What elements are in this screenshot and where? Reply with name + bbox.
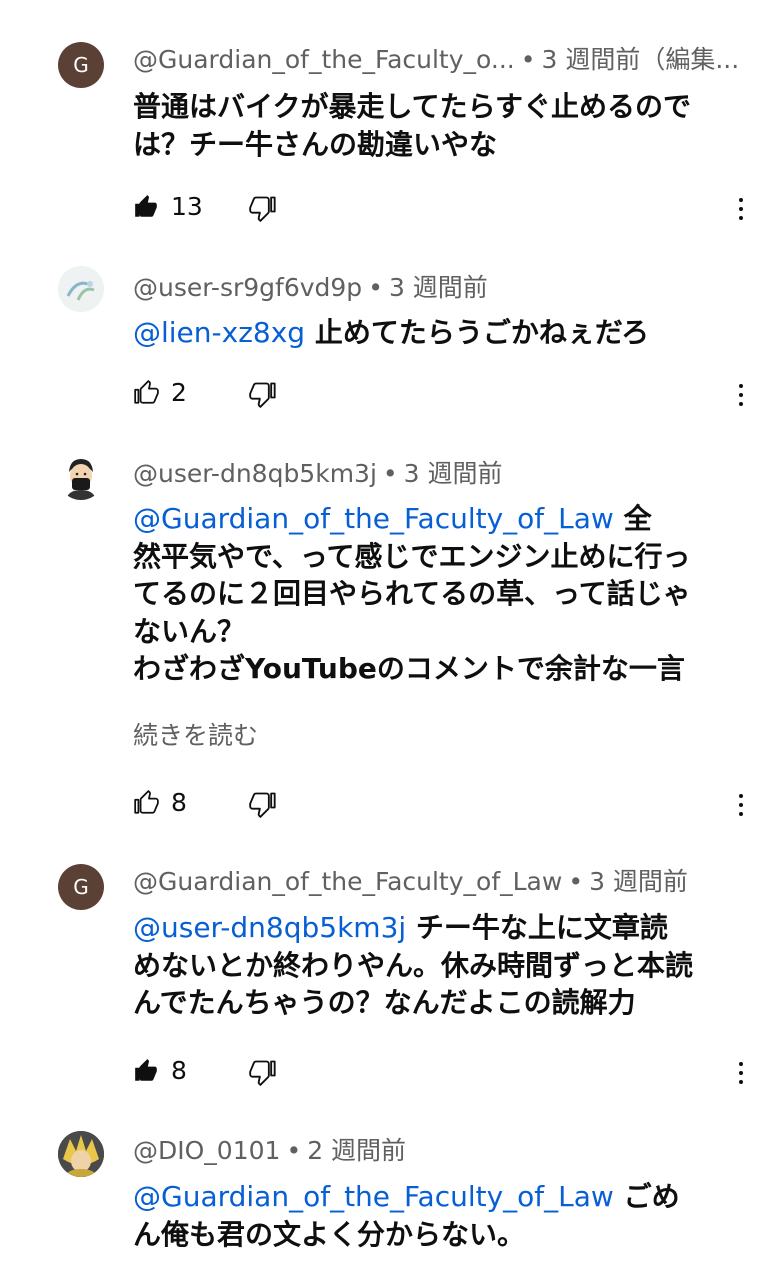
comment-meta: @DIO_0101 • 2 週間前 xyxy=(133,1133,775,1169)
comment-line: @Guardian_of_the_Faculty_of_Law 全 xyxy=(133,500,773,538)
avatar-letter: G xyxy=(73,53,89,77)
thumbs-down-icon[interactable] xyxy=(249,194,277,222)
avatar[interactable] xyxy=(58,1131,104,1177)
comment-actions: 13 xyxy=(133,192,783,232)
comment-line: 止めてたらうごかねぇだろ xyxy=(314,316,650,349)
avatar-image xyxy=(58,1131,104,1177)
meta-separator: • xyxy=(568,867,584,896)
like-button[interactable]: 13 xyxy=(133,192,203,221)
comment-actions: 8 xyxy=(133,1056,783,1096)
thumbs-down-icon[interactable] xyxy=(249,790,277,818)
comment-actions: 8 xyxy=(133,788,783,828)
mention-link[interactable]: @Guardian_of_the_Faculty_of_Law xyxy=(133,502,614,535)
avatar-letter: G xyxy=(73,875,89,899)
comment-line-tail: 全 xyxy=(613,502,652,535)
meta-separator: • xyxy=(286,1136,302,1165)
thumbs-up-icon xyxy=(134,789,159,814)
more-options-icon[interactable] xyxy=(731,1056,751,1090)
mention-link[interactable]: @user-dn8qb5km3j xyxy=(133,911,406,944)
comment-time[interactable]: 2 週間前 xyxy=(307,1136,406,1165)
comment-time[interactable]: 3 週間前（編集... xyxy=(541,45,739,74)
comment-actions: 2 xyxy=(133,378,783,418)
author-name[interactable]: @Guardian_of_the_Faculty_o... xyxy=(133,45,515,74)
comment-line: 普通はバイクが暴走してたらすぐ止めるので xyxy=(133,90,692,123)
avatar[interactable] xyxy=(58,266,104,312)
like-count: 2 xyxy=(171,378,187,407)
comment-meta: @user-dn8qb5km3j • 3 週間前 xyxy=(133,456,775,492)
like-button[interactable]: 8 xyxy=(133,1056,187,1085)
read-more-link[interactable]: 続きを読む xyxy=(133,716,258,752)
comment-time[interactable]: 3 週間前 xyxy=(589,867,688,896)
more-options-icon[interactable] xyxy=(731,378,751,412)
comment-text: 普通はバイクが暴走してたらすぐ止めるので は？チー牛さんの勘違いやな xyxy=(133,88,773,163)
comment-time[interactable]: 3 週間前 xyxy=(404,459,503,488)
comment-line: 然平気やで、って感じでエンジン止めに行っ xyxy=(133,539,691,573)
avatar[interactable]: G xyxy=(58,42,104,88)
mention-link[interactable]: @Guardian_of_the_Faculty_of_Law xyxy=(133,1180,614,1213)
avatar-image xyxy=(58,454,104,500)
comment-line: ん俺も君の文よく分からない。 xyxy=(133,1217,526,1251)
like-button[interactable]: 2 xyxy=(133,378,187,407)
like-count: 8 xyxy=(171,1056,187,1085)
comment-line: @Guardian_of_the_Faculty_of_Law ごめ xyxy=(133,1178,773,1216)
comment-time[interactable]: 3 週間前 xyxy=(389,273,488,302)
comment-text: @Guardian_of_the_Faculty_of_Law ごめ ん俺も君の… xyxy=(133,1178,773,1253)
comment-line: ないん？ xyxy=(133,614,246,648)
comment-meta: @Guardian_of_the_Faculty_of_Law • 3 週間前 xyxy=(133,864,775,900)
like-count: 8 xyxy=(171,788,187,817)
comment-line: は？チー牛さんの勘違いやな xyxy=(133,127,498,161)
comment-line: んでたんちゃうの？なんだよこの読解力 xyxy=(133,986,636,1019)
mention-link[interactable]: @lien-xz8xg xyxy=(133,316,305,349)
thumbs-up-icon xyxy=(134,379,159,404)
author-name[interactable]: @Guardian_of_the_Faculty_of_Law xyxy=(133,867,562,896)
comment-meta: @user-sr9gf6vd9p • 3 週間前 xyxy=(133,270,775,306)
comment-text: @Guardian_of_the_Faculty_of_Law 全 然平気やで、… xyxy=(133,500,773,688)
thumbs-down-icon[interactable] xyxy=(249,380,277,408)
comment-text: @user-dn8qb5km3j チー牛な上に文章読 めないとか終わりやん。休み… xyxy=(133,909,773,1022)
avatar[interactable] xyxy=(58,454,104,500)
author-name[interactable]: @user-sr9gf6vd9p xyxy=(133,273,362,302)
more-options-icon[interactable] xyxy=(731,192,751,226)
comment-line: @user-dn8qb5km3j チー牛な上に文章読 xyxy=(133,909,773,947)
thumbs-up-filled-icon xyxy=(135,194,157,217)
meta-separator: • xyxy=(520,45,536,74)
comment-text: @lien-xz8xg 止めてたらうごかねぇだろ xyxy=(133,314,773,352)
meta-separator: • xyxy=(382,459,398,488)
thumbs-down-icon[interactable] xyxy=(249,1058,277,1086)
more-options-icon[interactable] xyxy=(731,788,751,822)
comment-line-tail: チー牛な上に文章読 xyxy=(406,911,668,944)
like-count: 13 xyxy=(171,192,203,221)
like-button[interactable]: 8 xyxy=(133,788,187,817)
comment-line: てるのに２回目やられてるの草、って話じゃ xyxy=(133,577,691,610)
comment-meta: @Guardian_of_the_Faculty_o... • 3 週間前（編集..… xyxy=(133,42,775,78)
meta-separator: • xyxy=(368,273,383,302)
avatar-image xyxy=(58,266,104,312)
comment-line: わざわざYouTubeのコメントで余計な一言 xyxy=(133,652,685,685)
avatar[interactable]: G xyxy=(58,864,104,910)
comment-line-tail: ごめ xyxy=(613,1180,680,1213)
comment-line: めないとか終わりやん。休み時間ずっと本読 xyxy=(133,948,694,982)
thumbs-up-filled-icon xyxy=(135,1058,157,1081)
author-name[interactable]: @DIO_0101 xyxy=(133,1136,280,1165)
author-name[interactable]: @user-dn8qb5km3j xyxy=(133,459,377,488)
